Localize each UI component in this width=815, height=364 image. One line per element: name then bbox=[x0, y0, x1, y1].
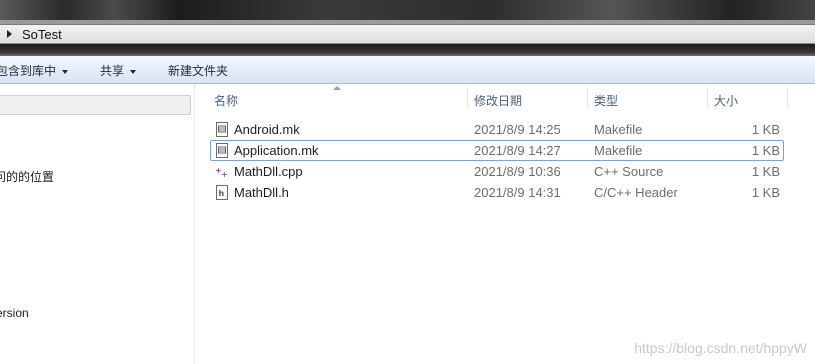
file-date-modified: 2021/8/9 14:31 bbox=[474, 185, 561, 200]
file-size: 1 KB bbox=[751, 164, 780, 179]
navigation-pane: 问的的位置 E ersion bbox=[0, 84, 195, 364]
makefile-icon bbox=[216, 143, 228, 158]
file-row[interactable]: h MathDll.h 2021/8/9 14:31 C/C++ Header … bbox=[210, 182, 784, 203]
include-in-library-label: 包含到库中 bbox=[0, 64, 57, 78]
column-header-name[interactable]: 名称 bbox=[214, 84, 238, 112]
desktop-background-strip bbox=[0, 0, 815, 24]
watermark-text: https://blog.csdn.net/hppyW bbox=[634, 340, 807, 356]
cpp-source-icon: + + bbox=[215, 166, 228, 179]
column-divider[interactable] bbox=[707, 86, 708, 108]
share-button[interactable]: 共享 bbox=[100, 62, 137, 79]
file-size: 1 KB bbox=[751, 122, 780, 137]
file-row[interactable]: Android.mk 2021/8/9 14:25 Makefile 1 KB bbox=[210, 119, 784, 140]
file-name: Application.mk bbox=[234, 143, 319, 158]
nav-item-version[interactable]: ersion bbox=[0, 306, 29, 320]
column-header-size[interactable]: 大小 bbox=[714, 84, 738, 112]
nav-item-recent-places[interactable]: 问的的位置 bbox=[0, 168, 54, 185]
file-type: C++ Source bbox=[594, 164, 664, 179]
file-type: C/C++ Header bbox=[594, 185, 678, 200]
file-size: 1 KB bbox=[751, 185, 780, 200]
sort-ascending-icon bbox=[333, 86, 341, 90]
column-header-date-modified[interactable]: 修改日期 bbox=[474, 84, 522, 112]
include-in-library-button[interactable]: 包含到库中 bbox=[0, 62, 69, 79]
breadcrumb-arrow-icon[interactable] bbox=[7, 30, 12, 38]
window-frame-band bbox=[0, 44, 815, 56]
chevron-down-icon bbox=[62, 69, 69, 74]
file-date-modified: 2021/8/9 14:27 bbox=[474, 143, 561, 158]
c-header-icon: h bbox=[216, 185, 228, 200]
file-name: Android.mk bbox=[234, 122, 300, 137]
address-bar[interactable]: SoTest bbox=[0, 24, 815, 44]
column-divider[interactable] bbox=[587, 86, 588, 108]
command-toolbar: 包含到库中 共享 新建文件夹 bbox=[0, 56, 815, 84]
column-divider[interactable] bbox=[467, 86, 468, 108]
chevron-down-icon bbox=[130, 69, 137, 74]
new-folder-button[interactable]: 新建文件夹 bbox=[168, 62, 228, 79]
file-date-modified: 2021/8/9 10:36 bbox=[474, 164, 561, 179]
file-row[interactable]: + + MathDll.cpp 2021/8/9 10:36 C++ Sourc… bbox=[210, 161, 784, 182]
svg-text:+: + bbox=[221, 170, 228, 179]
column-header-type[interactable]: 类型 bbox=[594, 84, 618, 112]
column-divider[interactable] bbox=[787, 86, 788, 108]
breadcrumb-folder[interactable]: SoTest bbox=[22, 27, 62, 42]
share-label: 共享 bbox=[100, 64, 125, 78]
file-size: 1 KB bbox=[751, 143, 780, 158]
file-type: Makefile bbox=[594, 143, 643, 158]
file-name: MathDll.h bbox=[234, 185, 289, 200]
file-type: Makefile bbox=[594, 122, 643, 137]
nav-pane-header-box[interactable] bbox=[0, 95, 191, 115]
file-row-selected[interactable]: Application.mk 2021/8/9 14:27 Makefile 1… bbox=[210, 140, 784, 161]
file-name: MathDll.cpp bbox=[234, 164, 303, 179]
makefile-icon bbox=[216, 122, 228, 137]
file-date-modified: 2021/8/9 14:25 bbox=[474, 122, 561, 137]
svg-text:h: h bbox=[219, 189, 225, 198]
